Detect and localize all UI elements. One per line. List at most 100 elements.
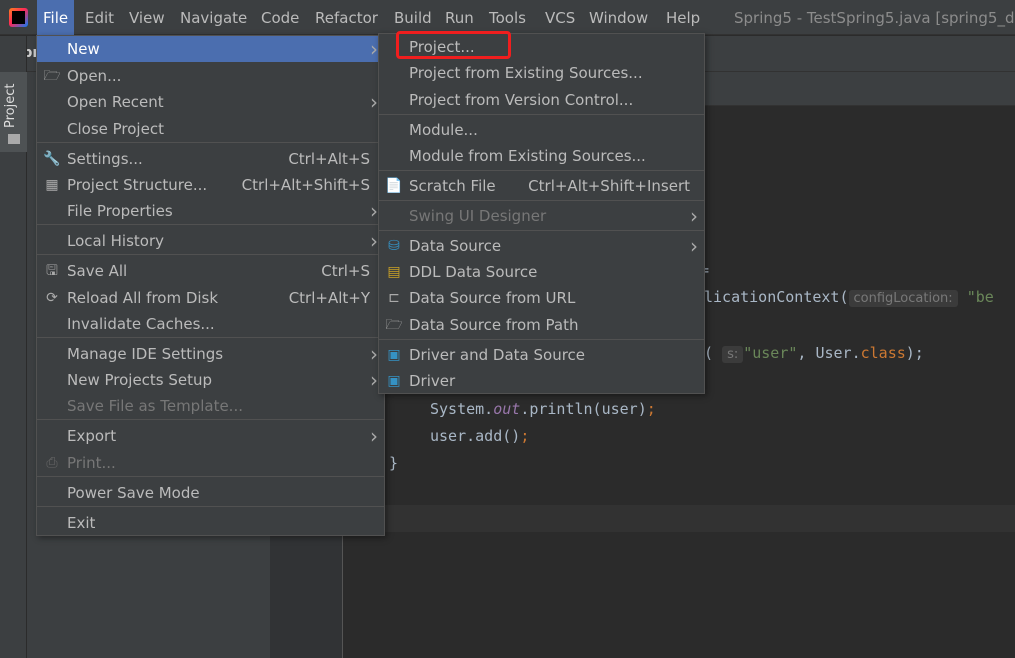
driver-icon: ▣ (387, 373, 401, 389)
folder-icon: 🗁 (385, 317, 403, 333)
menu-item-label: Project from Existing Sources... (409, 64, 643, 82)
menu-item-reload-all-from-disk[interactable]: ⟳ Reload All from Disk Ctrl+Alt+Y (37, 285, 384, 311)
menu-navigate[interactable]: Navigate (174, 0, 253, 35)
current-line-highlight (343, 505, 1015, 532)
code-text: ); (905, 344, 924, 362)
chevron-right-icon: › (370, 368, 378, 392)
code-text: System. (430, 400, 494, 418)
menu-run[interactable]: Run (439, 0, 480, 35)
menu-edit[interactable]: Edit (79, 0, 120, 35)
menu-vcs[interactable]: VCS (539, 0, 581, 35)
menu-item-label: Open... (67, 67, 122, 85)
menu-item-print[interactable]: ⎙ Print... (37, 450, 384, 476)
shortcut-label: Ctrl+S (321, 262, 370, 280)
menu-window[interactable]: Window (583, 0, 654, 35)
menu-separator (379, 114, 704, 115)
chevron-right-icon: › (690, 204, 698, 228)
wrench-icon: 🔧 (43, 151, 61, 167)
shortcut-label: Ctrl+Alt+Shift+S (241, 176, 370, 194)
menu-item-invalidate-caches[interactable]: Invalidate Caches... (37, 311, 384, 337)
menu-item-label: Settings... (67, 150, 143, 168)
menu-item-save-file-as-template[interactable]: Save File as Template... (37, 393, 384, 419)
menu-item-module-from-existing-sources[interactable]: Module from Existing Sources... (379, 143, 704, 169)
menu-item-file-properties[interactable]: File Properties › (37, 198, 384, 224)
menu-item-label: Driver (409, 372, 456, 390)
menu-separator (37, 337, 384, 338)
menu-item-label: File Properties (67, 202, 173, 220)
code-text: licationContext( (704, 288, 849, 306)
chevron-right-icon: › (370, 90, 378, 114)
menu-item-label: Power Save Mode (67, 484, 200, 502)
string-literal: "user" (743, 344, 798, 362)
menu-item-label: Export (67, 427, 117, 445)
menu-item-driver-and-data-source[interactable]: ▣ Driver and Data Source (379, 342, 704, 368)
menu-item-new-projects-setup[interactable]: New Projects Setup › (37, 367, 384, 393)
menu-separator (379, 200, 704, 201)
menu-separator (37, 419, 384, 420)
menu-item-swing-ui-designer[interactable]: Swing UI Designer › (379, 203, 704, 229)
shortcut-label: Ctrl+Alt+Shift+Insert (528, 177, 690, 195)
menu-help[interactable]: Help (660, 0, 706, 35)
menu-item-label: Project from Version Control... (409, 91, 634, 109)
menu-refactor[interactable]: Refactor (309, 0, 384, 35)
menu-item-data-source[interactable]: ⛁ Data Source › (379, 233, 704, 259)
menu-item-label: Print... (67, 454, 116, 472)
menu-item-data-source-from-url[interactable]: ⊏ Data Source from URL (379, 285, 704, 311)
menu-item-label: Driver and Data Source (409, 346, 586, 364)
menu-code[interactable]: Code (255, 0, 305, 35)
folder-icon (8, 134, 20, 144)
menu-item-label: Reload All from Disk (67, 289, 219, 307)
project-tab-label: Project (3, 83, 18, 128)
menu-separator (37, 254, 384, 255)
new-submenu: Project... Project from Existing Sources.… (378, 33, 705, 394)
window-title: Spring5 - TestSpring5.java [spring5_de (734, 9, 1015, 27)
menu-file[interactable]: File (37, 0, 75, 35)
project-tool-tab[interactable]: Project (0, 72, 27, 152)
menu-item-close-project[interactable]: Close Project (37, 116, 384, 142)
menu-item-label: Open Recent (67, 93, 164, 111)
menu-item-label: Local History (67, 232, 165, 250)
menu-item-open-recent[interactable]: Open Recent › (37, 89, 384, 115)
folder-icon: 🗁 (43, 68, 61, 84)
plug-icon: ⊏ (388, 290, 400, 306)
menu-item-module[interactable]: Module... (379, 117, 704, 143)
menu-item-scratch-file[interactable]: 📄 Scratch File Ctrl+Alt+Shift+Insert (379, 173, 704, 199)
menu-build[interactable]: Build (388, 0, 438, 35)
menu-tools[interactable]: Tools (483, 0, 532, 35)
menu-item-data-source-from-path[interactable]: 🗁 Data Source from Path (379, 312, 704, 338)
menu-item-label: Project Structure... (67, 176, 208, 194)
code-text: ( (704, 344, 714, 362)
chevron-right-icon: › (370, 199, 378, 223)
menu-item-label: New (67, 40, 100, 58)
menu-item-settings[interactable]: 🔧 Settings... Ctrl+Alt+S (37, 146, 384, 172)
menu-item-label: Exit (67, 514, 96, 532)
chevron-right-icon: › (370, 37, 378, 61)
menu-item-power-save-mode[interactable]: Power Save Mode (37, 480, 384, 506)
code-line: } (389, 454, 399, 472)
chevron-right-icon: › (690, 234, 698, 258)
code-text: .println(user) (520, 400, 647, 418)
menu-item-save-all[interactable]: 🖫 Save All Ctrl+S (37, 258, 384, 284)
code-line: System.out.println(user); (430, 400, 656, 418)
menu-item-label: Save File as Template... (67, 397, 243, 415)
param-hint: configLocation: (848, 290, 958, 307)
menu-item-local-history[interactable]: Local History › (37, 228, 384, 254)
menu-view[interactable]: View (123, 0, 171, 35)
menu-item-project-from-existing-sources[interactable]: Project from Existing Sources... (379, 60, 704, 86)
project-structure-icon: ▦ (45, 177, 59, 193)
menu-separator (379, 170, 704, 171)
menu-item-project-from-version-control[interactable]: Project from Version Control... (379, 87, 704, 113)
static-field: out (493, 400, 521, 418)
menu-item-label: Data Source from Path (409, 316, 579, 334)
code-line: licationContext(configLocation: "be (704, 288, 994, 307)
intellij-logo-icon (9, 8, 28, 27)
menu-item-export[interactable]: Export › (37, 423, 384, 449)
menu-item-manage-ide-settings[interactable]: Manage IDE Settings › (37, 341, 384, 367)
menu-item-ddl-data-source[interactable]: ▤ DDL Data Source (379, 259, 704, 285)
menu-item-new[interactable]: New › (37, 36, 384, 62)
menu-item-open[interactable]: 🗁 Open... (37, 63, 384, 89)
string-literal: "be (966, 288, 994, 306)
menu-item-driver[interactable]: ▣ Driver (379, 368, 704, 394)
menu-item-exit[interactable]: Exit (37, 510, 384, 536)
menu-item-project-structure[interactable]: ▦ Project Structure... Ctrl+Alt+Shift+S (37, 172, 384, 198)
